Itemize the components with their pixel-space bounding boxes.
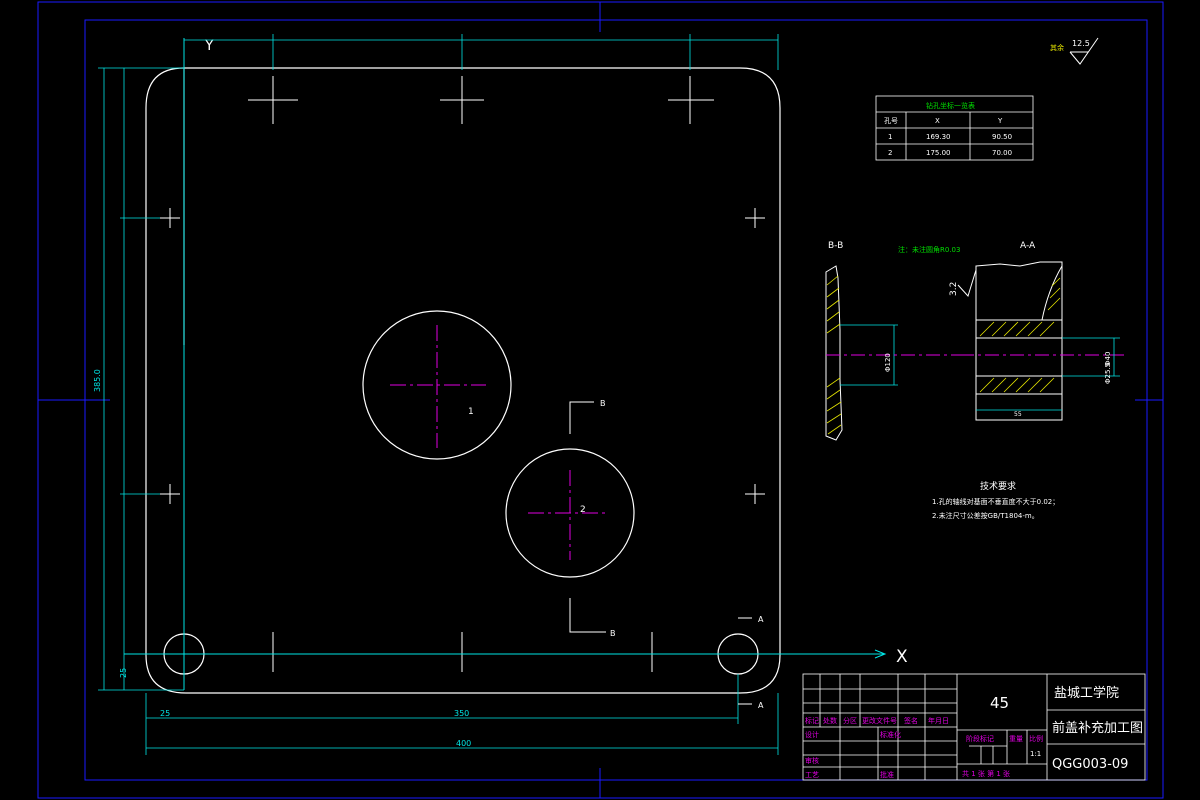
hole-2-label: 2 [580, 505, 586, 515]
cad-drawing: 1 2 X Y 385.0 25 350 25 400 B B A A 其余 1… [37, 1, 1164, 799]
large-holes [362, 310, 635, 578]
dim-25: 25 [160, 709, 170, 718]
tb-process: 工艺 [805, 771, 819, 779]
cross-marks [160, 76, 765, 672]
tb-sign: 签名 [904, 716, 918, 725]
dimension-lines [98, 34, 779, 755]
view-note: 注：未注圆角R0.03 [898, 245, 960, 254]
coord-table-cell: 2 [888, 149, 892, 157]
tb-date: 年月日 [928, 716, 949, 725]
view-bb-title: B-B [828, 241, 843, 251]
tb-count: 处数 [823, 716, 837, 725]
dim-400: 400 [456, 739, 471, 748]
coord-table-cell: 175.00 [926, 149, 951, 157]
coord-table-cell: 90.50 [992, 133, 1012, 141]
roughness-value: 12.5 [1072, 39, 1090, 48]
tb-zone: 分区 [843, 716, 857, 725]
view-aa-dim-bottom: 55 [1014, 411, 1022, 418]
coord-table-header-no: 孔号 [884, 117, 898, 125]
dim-350: 350 [454, 709, 469, 718]
coordinate-axes [124, 38, 887, 690]
dim-height: 385.0 [93, 369, 102, 392]
tech-line-1: 1.孔的轴线对基面不垂直度不大于0.02； [932, 497, 1059, 506]
tb-approve: 批准 [880, 770, 894, 779]
view-bb-dim: Φ120 [884, 353, 892, 372]
coord-table-cell: 70.00 [992, 149, 1012, 157]
tb-drawing-no: QGG003-09 [1052, 757, 1128, 772]
plate-outline [145, 67, 781, 694]
tb-ratio: 比例 [1029, 734, 1043, 743]
tech-line-2: 2.未注尺寸公差按GB/T1804-m。 [932, 511, 1039, 520]
tb-mark: 标记 [805, 716, 819, 725]
hole-centerlines [390, 325, 608, 560]
tb-review: 审核 [805, 756, 819, 765]
view-aa-roughness: 3.2 [949, 282, 959, 296]
tb-school: 盐城工学院 [1054, 685, 1119, 701]
view-aa-title: A-A [1020, 241, 1036, 251]
view-bb: B-B Φ120 注：未注圆角R0.03 [825, 241, 960, 441]
tb-doc: 更改文件号 [862, 716, 897, 725]
tech-title: 技术要求 [980, 480, 1016, 492]
view-aa: A-A 3.2 Φ40 Φ25.5 55 [949, 241, 1124, 421]
roughness-symbol: 其余 12.5 [1050, 37, 1099, 65]
roughness-label: 其余 [1050, 43, 1064, 52]
tb-design: 设计 [805, 730, 819, 739]
tb-material: 45 [990, 694, 1009, 712]
coord-table-header-x: X [935, 117, 940, 125]
x-axis-label: X [896, 647, 908, 667]
view-aa-dim-right: Φ25.5 [1104, 363, 1112, 384]
y-axis-label: Y [204, 38, 214, 54]
tb-standard: 标准化 [880, 730, 901, 739]
tb-part-name: 前盖补充加工图 [1052, 720, 1143, 736]
section-b-top: B [600, 399, 606, 408]
tb-stage: 阶段标记 [966, 734, 994, 743]
coord-table-header-y: Y [997, 117, 1003, 125]
coord-table: 钻孔坐标一览表 孔号 X Y 1 169.30 90.50 2 175.00 7… [875, 95, 1034, 161]
coord-table-cell: 1 [888, 133, 892, 141]
coord-table-title: 钻孔坐标一览表 [926, 101, 975, 110]
section-b-bottom: B [610, 629, 616, 638]
hole-1-label: 1 [468, 407, 474, 417]
coord-table-cell: 169.30 [926, 133, 951, 141]
tech-requirements: 技术要求 1.孔的轴线对基面不垂直度不大于0.02； 2.未注尺寸公差按GB/T… [932, 480, 1059, 520]
tb-sheets: 共 1 张 第 1 张 [962, 769, 1010, 778]
title-block: 标记 处数 分区 更改文件号 签名 年月日 设计 标准化 审核 工艺 批准 阶段… [802, 673, 1146, 781]
section-a-top: A [758, 615, 764, 624]
tb-scale: 1:1 [1030, 750, 1041, 758]
section-a-bottom: A [758, 701, 764, 710]
tb-weight: 重量 [1009, 735, 1023, 743]
dim-height-25: 25 [119, 668, 128, 678]
section-markers [569, 401, 752, 705]
